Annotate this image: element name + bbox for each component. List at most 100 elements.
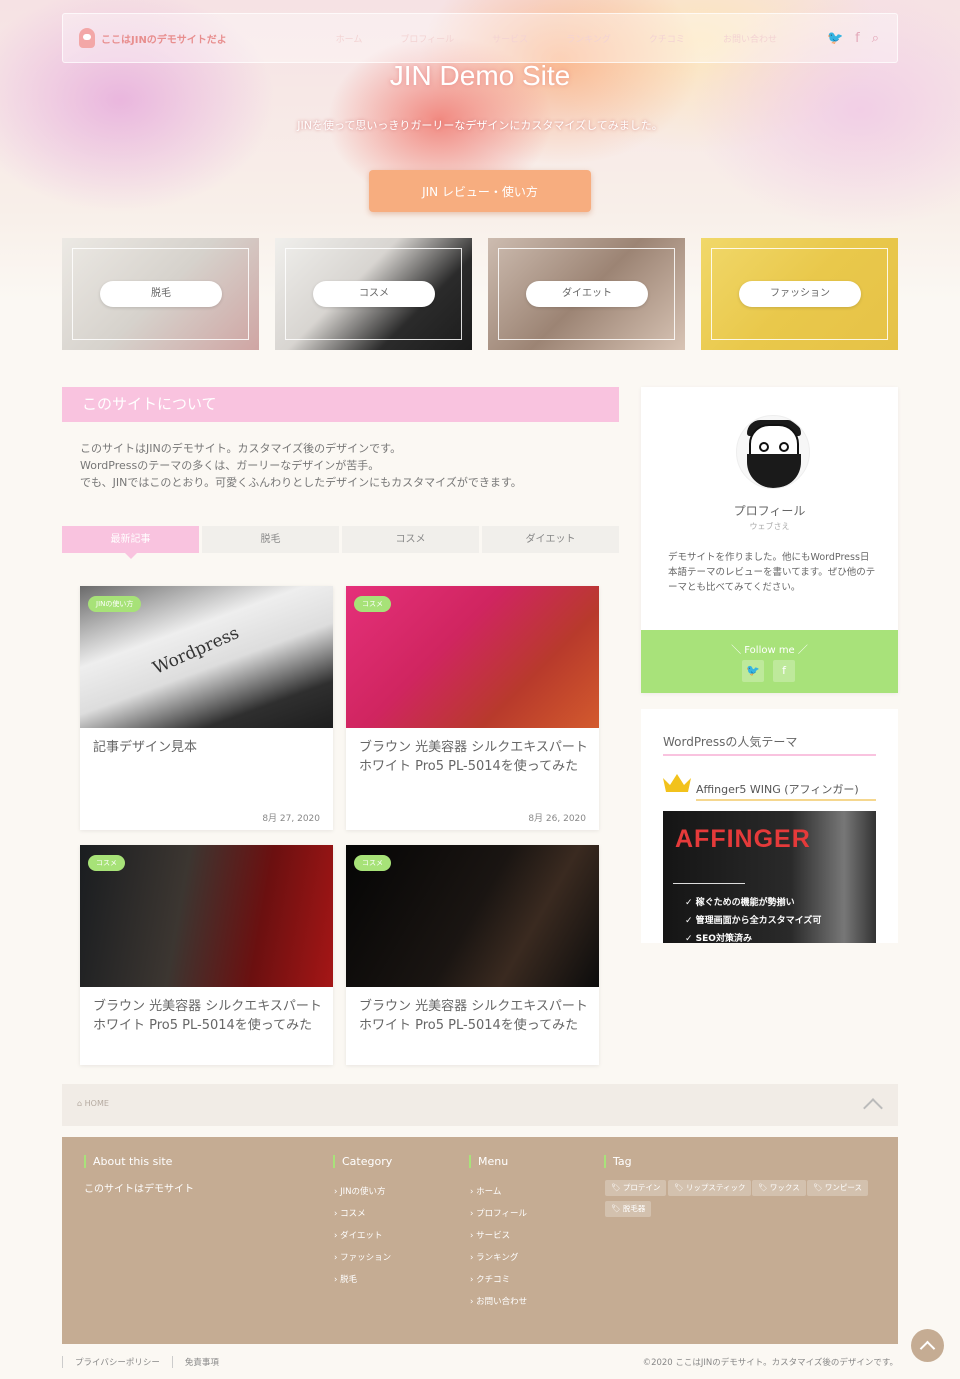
avatar-eye (759, 442, 769, 452)
tab-cosmetics[interactable]: コスメ (342, 526, 479, 553)
nav-item-review[interactable]: クチコミ (649, 32, 685, 45)
footer-category-link[interactable]: › コスメ (334, 1207, 366, 1219)
crown-icon (663, 774, 691, 792)
footer-menu-link[interactable]: › ホーム (470, 1185, 501, 1197)
category-badge[interactable]: コスメ (88, 855, 125, 871)
about-heading: このサイトについて (62, 387, 619, 422)
pickup-card-hair-removal[interactable]: 脱毛 (62, 238, 259, 350)
facebook-icon[interactable]: f (773, 660, 795, 682)
footer-menu-title: Menu (469, 1155, 508, 1168)
twitter-icon[interactable]: 🐦 (827, 31, 843, 46)
banner-title: AFFINGER (675, 825, 811, 853)
popular-themes-widget: WordPressの人気テーマ Affinger5 WING (アフィンガー) … (641, 709, 898, 943)
avatar-beard (747, 454, 801, 488)
post-card[interactable]: Wordpress JINの使い方 記事デザイン見本 8月 27, 2020 (80, 586, 333, 830)
jin-review-button[interactable]: JIN レビュー・使い方 (369, 170, 591, 212)
tag-pill[interactable]: 🏷 ワンピース (807, 1180, 869, 1196)
nav-item-ranking[interactable]: ランキング (566, 32, 611, 45)
profile-description: デモサイトを作りました。他にもWordPress日本語テーマのレビューを書いてま… (668, 552, 876, 593)
breadcrumb-home-label: HOME (84, 1099, 109, 1108)
footer-category-link[interactable]: › 脱毛 (334, 1273, 357, 1285)
footer-category-link[interactable]: › ファッション (334, 1251, 391, 1263)
nav-item-home[interactable]: ホーム (336, 32, 363, 45)
post-date: 8月 26, 2020 (528, 814, 586, 824)
banner-point: ✓ 稼ぐための機能が勢揃い (685, 898, 795, 908)
about-line: WordPressのテーマの多くは、ガーリーなデザインが苦手。 (80, 459, 380, 472)
top-navigation-bar: ここはJINのデモサイトだよ ホーム プロフィール サービス ランキング クチコ… (62, 13, 898, 63)
banner-divider (673, 883, 745, 884)
post-card[interactable]: コスメ ブラウン 光美容器 シルクエキスパート ホワイト Pro5 PL-501… (346, 845, 599, 1065)
category-badge[interactable]: JINの使い方 (88, 596, 142, 612)
tag-label: ワンピース (824, 1183, 863, 1192)
nav-item-profile[interactable]: プロフィール (400, 32, 454, 45)
footer-about-title: About this site (84, 1155, 172, 1168)
article-tabs: 最新記事 脱毛 コスメ ダイエット (62, 526, 619, 559)
post-date: 8月 27, 2020 (262, 814, 320, 824)
facebook-icon[interactable]: f (855, 31, 860, 46)
nav-item-service[interactable]: サービス (492, 32, 528, 45)
hero-subtitle: JINを使って思いっきりガーリーなデザインにカスタマイズしてみました。 (297, 119, 663, 132)
tab-hair-removal[interactable]: 脱毛 (202, 526, 339, 553)
footer-menu-link[interactable]: › お問い合わせ (470, 1295, 527, 1307)
footer-tag-title: Tag (604, 1155, 632, 1168)
link-label: サービス (476, 1231, 511, 1241)
avatar (736, 415, 810, 489)
scroll-to-top-button[interactable] (911, 1329, 944, 1362)
footer-category-link[interactable]: › JINの使い方 (334, 1185, 385, 1197)
footer-menu-link[interactable]: › クチコミ (470, 1273, 510, 1285)
link-label: ランキング (476, 1253, 519, 1263)
footer-menu-link[interactable]: › ランキング (470, 1251, 518, 1263)
footer-menu-link[interactable]: › プロフィール (470, 1207, 527, 1219)
post-title: ブラウン 光美容器 シルクエキスパート ホワイト Pro5 PL-5014を使っ… (93, 999, 322, 1033)
twitter-icon[interactable]: 🐦 (742, 660, 764, 682)
bottom-links: プライバシーポリシー 免責事項 (62, 1356, 231, 1368)
tag-pill[interactable]: 🏷 リップスティック (668, 1180, 752, 1196)
tag-icon: 🏷 (758, 1183, 768, 1192)
footer-category-link[interactable]: › ダイエット (334, 1229, 383, 1241)
tag-icon: 🏷 (674, 1183, 684, 1192)
tag-pill[interactable]: 🏷 ワックス (752, 1180, 806, 1196)
follow-me-label: ＼ Follow me ／ (731, 645, 808, 656)
tab-diet[interactable]: ダイエット (482, 526, 619, 553)
pickup-card-cosmetics[interactable]: コスメ (275, 238, 472, 350)
ranking-item-affinger[interactable]: Affinger5 WING (アフィンガー) (696, 781, 876, 801)
privacy-policy-link[interactable]: プライバシーポリシー (62, 1356, 172, 1368)
footer-about-text: このサイトはデモサイト (84, 1184, 194, 1195)
post-card[interactable]: コスメ ブラウン 光美容器 シルクエキスパート ホワイト Pro5 PL-501… (346, 586, 599, 830)
footer-category-title: Category (333, 1155, 392, 1168)
footer-menu-link[interactable]: › サービス (470, 1229, 510, 1241)
about-line: このサイトはJINのデモサイト。カスタマイズ後のデザインです。 (80, 442, 402, 455)
bottom-bar: プライバシーポリシー 免責事項 ©2020 ここはJINのデモサイト。カスタマイ… (62, 1352, 898, 1372)
main-nav-menu: ホーム プロフィール サービス ランキング クチコミ お問い合わせ (336, 32, 815, 45)
pickup-label: ダイエット (526, 281, 648, 307)
avatar-eye (779, 442, 789, 452)
tab-latest[interactable]: 最新記事 (62, 526, 199, 559)
category-badge[interactable]: コスメ (354, 855, 391, 871)
tag-pill[interactable]: 🏷 脱毛器 (605, 1201, 652, 1217)
follow-icons: 🐦 f (742, 660, 804, 682)
affinger-banner[interactable]: AFFINGER ✓ 稼ぐための機能が勢揃い ✓ 管理画面から全カスタマイズ可 … (663, 811, 876, 943)
site-logo-text: ここはJINのデモサイトだよ (101, 34, 227, 46)
disclaimer-link[interactable]: 免責事項 (171, 1356, 231, 1368)
post-card[interactable]: コスメ ブラウン 光美容器 シルクエキスパート ホワイト Pro5 PL-501… (80, 845, 333, 1065)
breadcrumb-home[interactable]: ⌂ HOME (77, 1099, 109, 1108)
link-label: 脱毛 (340, 1275, 358, 1285)
tag-pill[interactable]: 🏷 プロテイン (605, 1180, 667, 1196)
link-label: ホーム (476, 1187, 502, 1197)
profile-name: プロフィール (733, 504, 806, 518)
nav-item-contact[interactable]: お問い合わせ (723, 32, 777, 45)
search-icon[interactable]: ⌕ (872, 31, 879, 46)
post-title: ブラウン 光美容器 シルクエキスパート ホワイト Pro5 PL-5014を使っ… (359, 999, 588, 1033)
site-logo[interactable]: ここはJINのデモサイトだよ (79, 28, 266, 48)
category-badge[interactable]: コスメ (354, 596, 391, 612)
banner-point: ✓ SEO対策済み (685, 934, 752, 943)
tag-label: 脱毛器 (622, 1204, 646, 1213)
link-label: コスメ (340, 1209, 366, 1219)
link-label: JINの使い方 (340, 1187, 386, 1197)
chevron-up-icon[interactable] (863, 1098, 883, 1118)
header-icons: 🐦 f ⌕ (815, 31, 879, 46)
profile-subname: ウェブさえ (749, 522, 790, 531)
pickup-card-fashion[interactable]: ファッション (701, 238, 898, 350)
follow-me-box: ＼ Follow me ／ 🐦 f (641, 630, 898, 693)
pickup-card-diet[interactable]: ダイエット (488, 238, 685, 350)
